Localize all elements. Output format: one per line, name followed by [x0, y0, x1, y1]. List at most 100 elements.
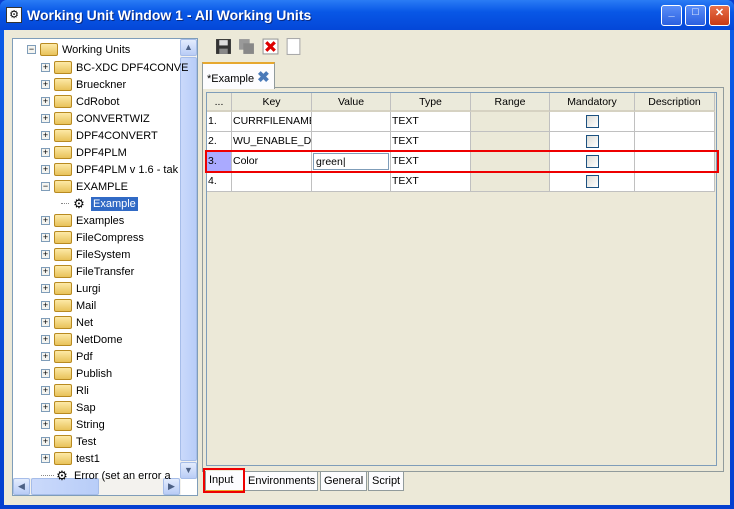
mandatory-checkbox[interactable]	[585, 155, 599, 168]
mandatory-checkbox[interactable]	[585, 135, 599, 148]
expand-icon[interactable]: +	[41, 233, 50, 242]
cell-description[interactable]	[635, 152, 715, 172]
expand-icon[interactable]: +	[41, 267, 50, 276]
tree-item[interactable]: ⚙ Example	[61, 195, 138, 212]
scroll-thumb[interactable]	[180, 57, 197, 461]
tree-item[interactable]: + Rli	[41, 382, 89, 399]
tree-item[interactable]: + Mail	[41, 297, 96, 314]
expand-icon[interactable]: +	[41, 250, 50, 259]
expand-icon[interactable]: +	[41, 386, 50, 395]
cell-value[interactable]	[312, 112, 391, 132]
cell-description[interactable]	[635, 112, 715, 132]
cell-key[interactable]: CURRFILENAME	[232, 112, 312, 132]
expand-icon[interactable]: +	[41, 335, 50, 344]
tree-item[interactable]: ⚙ Error (set an error a	[41, 467, 171, 484]
tree-root[interactable]: − Working Units	[27, 41, 130, 58]
cell-range[interactable]	[471, 172, 550, 192]
tree-item[interactable]: + Test	[41, 433, 96, 450]
save-icon[interactable]	[215, 38, 232, 55]
expand-icon[interactable]: +	[41, 437, 50, 446]
delete-icon[interactable]	[262, 38, 279, 55]
expand-icon[interactable]: +	[41, 63, 50, 72]
scroll-down-button[interactable]: ▼	[180, 462, 197, 479]
tree-item[interactable]: + FileCompress	[41, 229, 144, 246]
expand-icon[interactable]: +	[41, 403, 50, 412]
cell-value[interactable]: green|	[312, 152, 391, 172]
expand-icon[interactable]: +	[41, 352, 50, 361]
tree-item[interactable]: + CdRobot	[41, 93, 119, 110]
save-all-icon[interactable]	[238, 38, 255, 55]
expand-icon[interactable]: +	[41, 454, 50, 463]
cell-range[interactable]	[471, 132, 550, 152]
collapse-icon[interactable]: −	[41, 182, 50, 191]
tree-vertical-scrollbar[interactable]: ▲ ▼	[180, 39, 197, 479]
cell-key[interactable]: Color	[232, 152, 312, 172]
cell-mandatory[interactable]	[550, 132, 635, 152]
tab-input[interactable]: Input	[205, 471, 244, 492]
tree-item[interactable]: − EXAMPLE	[41, 178, 128, 195]
cell-range[interactable]	[471, 112, 550, 132]
tree-item[interactable]: + Brueckner	[41, 76, 126, 93]
expand-icon[interactable]: +	[41, 97, 50, 106]
collapse-icon[interactable]: −	[27, 45, 36, 54]
scroll-up-button[interactable]: ▲	[180, 39, 197, 56]
tree-item[interactable]: + DPF4PLM v 1.6 - tak	[41, 161, 178, 178]
tree-item[interactable]: + NetDome	[41, 331, 122, 348]
expand-icon[interactable]: +	[41, 148, 50, 157]
maximize-button[interactable]: □	[685, 5, 706, 26]
column-header[interactable]: Value	[312, 93, 391, 112]
column-header[interactable]: ...	[207, 93, 232, 112]
tab-general[interactable]: General	[320, 472, 367, 491]
tree-item[interactable]: + BC-XDC DPF4CONVE	[41, 59, 188, 76]
tab-environments[interactable]: Environments	[244, 472, 318, 491]
cell-type[interactable]: TEXT	[391, 112, 471, 132]
column-header[interactable]: Type	[391, 93, 471, 112]
mandatory-checkbox[interactable]	[585, 175, 599, 188]
expand-icon[interactable]: +	[41, 369, 50, 378]
expand-icon[interactable]: +	[41, 301, 50, 310]
value-editor-input[interactable]: green|	[313, 153, 389, 170]
tree-item[interactable]: + DPF4PLM	[41, 144, 127, 161]
scroll-left-button[interactable]: ◀	[13, 478, 30, 495]
tree-item[interactable]: + Pdf	[41, 348, 93, 365]
tab-script[interactable]: Script	[368, 472, 404, 491]
tree-item[interactable]: + String	[41, 416, 105, 433]
cell-key[interactable]: WU_ENABLE_DEIN	[232, 132, 312, 152]
close-x-icon[interactable]: ✖	[257, 69, 270, 86]
cell-range[interactable]	[471, 152, 550, 172]
cell-value[interactable]	[312, 132, 391, 152]
cell-type[interactable]: TEXT	[391, 152, 471, 172]
tree-item[interactable]: + Net	[41, 314, 93, 331]
blank-document-icon[interactable]	[285, 38, 302, 55]
expand-icon[interactable]: +	[41, 114, 50, 123]
column-header[interactable]: Mandatory	[550, 93, 635, 112]
minimize-button[interactable]: _	[661, 5, 682, 26]
tree-item[interactable]: + FileTransfer	[41, 263, 134, 280]
cell-key[interactable]	[232, 172, 312, 192]
title-bar[interactable]: ⚙ Working Unit Window 1 - All Working Un…	[0, 0, 734, 30]
cell-description[interactable]	[635, 172, 715, 192]
tree-item[interactable]: + Lurgi	[41, 280, 100, 297]
cell-mandatory[interactable]	[550, 112, 635, 132]
tree-item[interactable]: + Examples	[41, 212, 124, 229]
expand-icon[interactable]: +	[41, 216, 50, 225]
column-header[interactable]: Range	[471, 93, 550, 112]
expand-icon[interactable]: +	[41, 318, 50, 327]
expand-icon[interactable]: +	[41, 80, 50, 89]
tree-item[interactable]: + CONVERTWIZ	[41, 110, 150, 127]
expand-icon[interactable]: +	[41, 420, 50, 429]
expand-icon[interactable]: +	[41, 165, 50, 174]
expand-icon[interactable]: +	[41, 284, 50, 293]
cell-mandatory[interactable]	[550, 172, 635, 192]
cell-type[interactable]: TEXT	[391, 132, 471, 152]
cell-type[interactable]: TEXT	[391, 172, 471, 192]
close-button[interactable]: ✕	[709, 5, 730, 26]
column-header[interactable]: Key	[232, 93, 312, 112]
working-units-tree[interactable]: ▲ ▼ ◀ ▶ − Working Units + BC-XDC DPF4CONVE +…	[12, 38, 198, 496]
tree-item[interactable]: + Sap	[41, 399, 96, 416]
tree-item[interactable]: + test1	[41, 450, 100, 467]
tree-item[interactable]: + DPF4CONVERT	[41, 127, 158, 144]
tree-item[interactable]: + FileSystem	[41, 246, 130, 263]
tree-item[interactable]: + Publish	[41, 365, 112, 382]
cell-value[interactable]	[312, 172, 391, 192]
